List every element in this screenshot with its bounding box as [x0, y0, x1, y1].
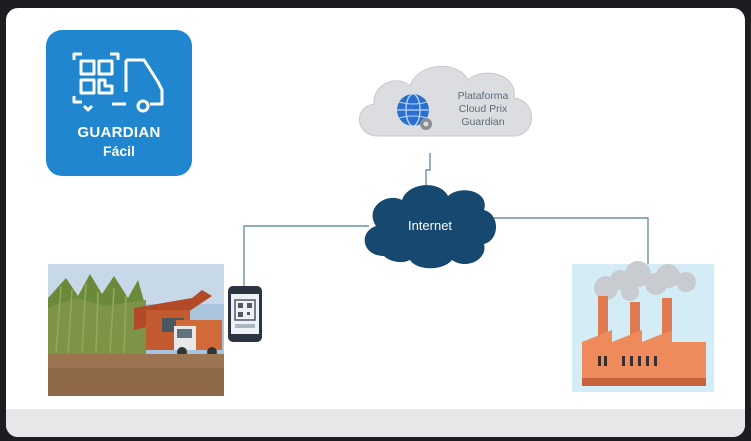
logo-title: GUARDIAN — [77, 124, 161, 141]
internet-label: Internet — [407, 218, 453, 233]
diagram-card: GUARDIAN Fácil Plataforma Cloud Prix Gua… — [6, 8, 745, 437]
card-footer-strip — [6, 409, 745, 437]
connector-platform-internet — [425, 153, 431, 186]
cloud-platform-label: Plataforma Cloud Prix Guardian — [443, 90, 523, 129]
guardian-facil-logo: GUARDIAN Fácil — [46, 30, 192, 176]
cloud-platform-line-3: Guardian — [461, 116, 505, 128]
smartphone-qr-icon — [228, 286, 262, 342]
connector-internet-left — [243, 225, 369, 288]
sugarcane-harvest-photo — [48, 264, 224, 396]
connector-internet-right — [488, 217, 649, 266]
factory-icon — [572, 261, 714, 392]
logo-subtitle: Fácil — [103, 143, 135, 159]
cloud-platform-line-2: Cloud Prix — [458, 103, 508, 115]
cloud-platform-line-1: Plataforma — [457, 90, 509, 102]
